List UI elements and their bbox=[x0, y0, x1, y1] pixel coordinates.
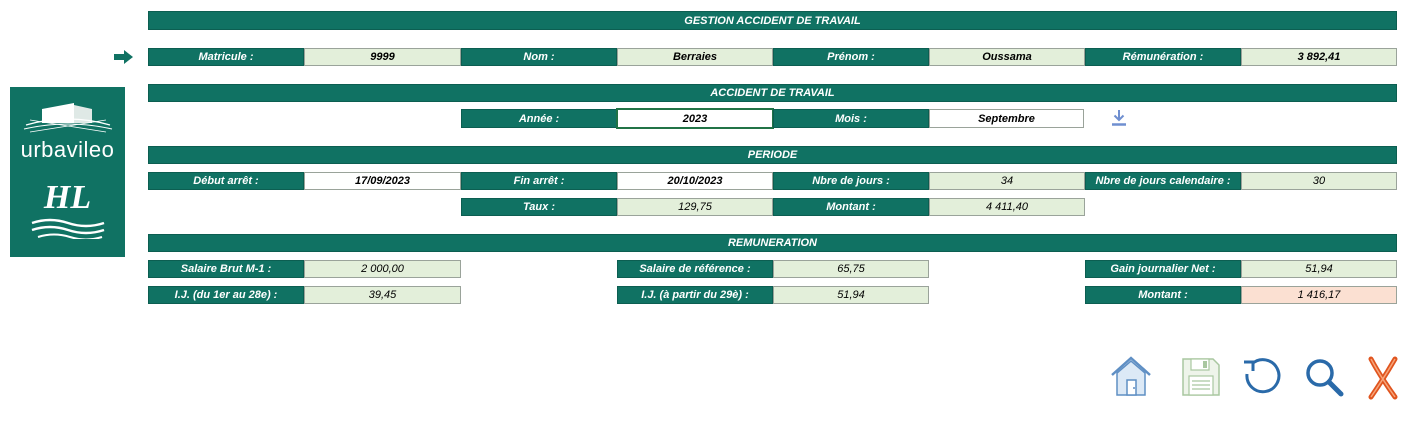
remuneration-section-label: REMUNERATION bbox=[727, 237, 817, 249]
nbre-jours-calendaire-value: 30 bbox=[1241, 172, 1397, 190]
salaire-brut-value: 2 000,00 bbox=[304, 260, 461, 278]
waves-logo-icon bbox=[31, 218, 105, 239]
download-icon[interactable] bbox=[1111, 109, 1127, 127]
mois-field[interactable]: Septembre bbox=[929, 109, 1084, 128]
close-icon[interactable] bbox=[1366, 356, 1400, 400]
search-icon[interactable] bbox=[1303, 356, 1345, 398]
home-icon[interactable] bbox=[1109, 354, 1153, 398]
taux-value: 129,75 bbox=[617, 198, 773, 216]
debut-arret-field[interactable]: 17/09/2023 bbox=[304, 172, 461, 190]
ij-1-28-label: I.J. (du 1er au 28e) : bbox=[148, 286, 304, 304]
ij-1-28-value: 39,45 bbox=[304, 286, 461, 304]
arrow-right-icon bbox=[114, 50, 133, 64]
page-title: GESTION ACCIDENT DE TRAVAIL bbox=[684, 14, 861, 27]
remuneration-field[interactable]: 3 892,41 bbox=[1241, 48, 1397, 66]
periode-montant-label: Montant : bbox=[773, 198, 929, 216]
periode-section-label: PERIODE bbox=[747, 149, 798, 161]
prenom-label: Prénom : bbox=[773, 48, 929, 66]
salaire-reference-label: Salaire de référence : bbox=[617, 260, 773, 278]
accident-section-title: ACCIDENT DE TRAVAIL bbox=[148, 84, 1397, 102]
nbre-jours-value: 34 bbox=[929, 172, 1085, 190]
remuneration-label: Rémunération : bbox=[1085, 48, 1241, 66]
debut-arret-label: Début arrêt : bbox=[148, 172, 304, 190]
gain-journalier-value: 51,94 bbox=[1241, 260, 1397, 278]
nbre-jours-calendaire-label: Nbre de jours calendaire : bbox=[1085, 172, 1241, 190]
accident-section-label: ACCIDENT DE TRAVAIL bbox=[710, 87, 835, 99]
remuneration-section-title: REMUNERATION bbox=[148, 234, 1397, 252]
salaire-reference-value: 65,75 bbox=[773, 260, 929, 278]
matricule-label: Matricule : bbox=[148, 48, 304, 66]
company-logo: urbavileo HL bbox=[10, 87, 125, 257]
ij-29-value: 51,94 bbox=[773, 286, 929, 304]
remuneration-montant-value: 1 416,17 bbox=[1241, 286, 1397, 304]
gain-journalier-label: Gain journalier Net : bbox=[1085, 260, 1241, 278]
periode-montant-value: 4 411,40 bbox=[929, 198, 1085, 216]
logo-hl-mark: HL bbox=[43, 179, 92, 216]
taux-label: Taux : bbox=[461, 198, 617, 216]
remuneration-montant-label: Montant : bbox=[1085, 286, 1241, 304]
building-logo-icon bbox=[23, 103, 113, 133]
salaire-brut-label: Salaire Brut M-1 : bbox=[148, 260, 304, 278]
annee-field[interactable]: 2023 bbox=[616, 108, 774, 129]
logo-brand-text: urbavileo bbox=[20, 137, 115, 162]
matricule-field[interactable]: 9999 bbox=[304, 48, 461, 66]
prenom-field[interactable]: Oussama bbox=[929, 48, 1085, 66]
nom-field[interactable]: Berraies bbox=[617, 48, 773, 66]
nom-label: Nom : bbox=[461, 48, 617, 66]
page-title-bar: GESTION ACCIDENT DE TRAVAIL bbox=[148, 11, 1397, 30]
nbre-jours-label: Nbre de jours : bbox=[773, 172, 929, 190]
save-icon[interactable] bbox=[1180, 356, 1222, 398]
fin-arret-field[interactable]: 20/10/2023 bbox=[617, 172, 773, 190]
mois-label: Mois : bbox=[773, 109, 929, 128]
fin-arret-label: Fin arrêt : bbox=[461, 172, 617, 190]
refresh-icon[interactable] bbox=[1241, 356, 1283, 398]
annee-label: Année : bbox=[461, 109, 617, 128]
ij-29-label: I.J. (à partir du 29è) : bbox=[617, 286, 773, 304]
periode-section-title: PERIODE bbox=[148, 146, 1397, 164]
